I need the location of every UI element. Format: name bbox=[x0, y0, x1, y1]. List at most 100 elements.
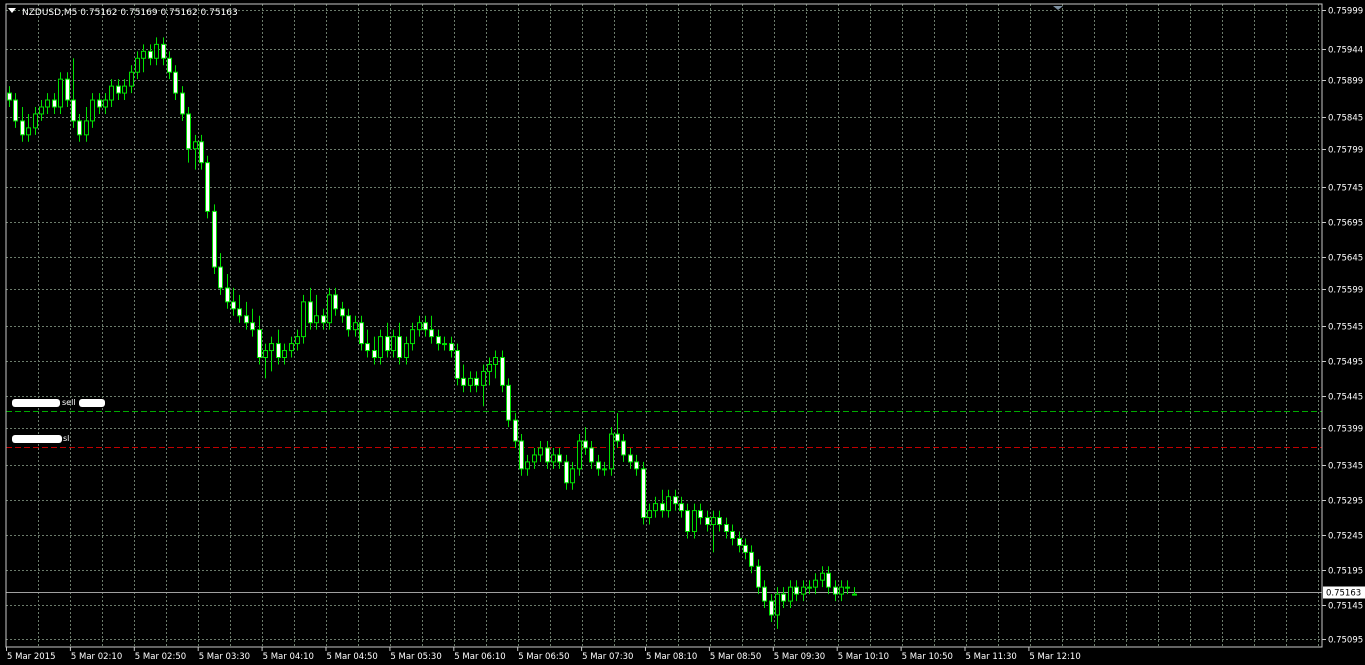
candle-body bbox=[705, 517, 710, 526]
candle-body bbox=[154, 43, 159, 59]
time-axis: 5 Mar 2015 5 Mar 02:10 5 Mar 02:50 5 Mar 03… bbox=[6, 647, 1081, 662]
price-tick-label: 0.75495 bbox=[1328, 358, 1363, 368]
price-tick-label: 0.75295 bbox=[1328, 497, 1363, 507]
price-tick-label: 0.75545 bbox=[1328, 323, 1363, 333]
candle-body bbox=[794, 586, 799, 595]
candle-body bbox=[545, 447, 550, 463]
candle-body bbox=[781, 593, 786, 602]
candle-body bbox=[692, 510, 697, 532]
candle-body bbox=[39, 106, 44, 115]
candle-body bbox=[436, 336, 441, 345]
candle-body bbox=[71, 99, 76, 122]
symbol-label: NZDUSD,M5 bbox=[22, 8, 78, 18]
time-tick-label: 5 Mar 06:10 bbox=[454, 652, 505, 662]
candle-body bbox=[417, 322, 422, 331]
candle-body bbox=[321, 315, 326, 324]
price-tick-label: 0.75345 bbox=[1328, 462, 1363, 472]
price-tick-label: 0.75445 bbox=[1328, 393, 1363, 403]
candle-body bbox=[295, 336, 300, 345]
candle-body bbox=[289, 343, 294, 352]
candle-body bbox=[449, 343, 454, 352]
chart-frame bbox=[5, 3, 1323, 648]
time-tick-label: 5 Mar 05:30 bbox=[390, 652, 441, 662]
candle-body bbox=[557, 454, 562, 463]
time-tick-label: 5 Mar 04:10 bbox=[263, 652, 314, 662]
candle-body bbox=[116, 85, 121, 94]
candle-body bbox=[20, 120, 25, 136]
candle-body bbox=[839, 586, 844, 595]
candle-body bbox=[487, 363, 492, 372]
candle-body bbox=[609, 433, 614, 470]
candle-body bbox=[589, 447, 594, 463]
price-axis: 0.75999 0.75944 0.75899 0.75845 0.75799 0.757… bbox=[1322, 7, 1365, 646]
time-tick-label: 5 Mar 10:50 bbox=[902, 652, 953, 662]
price-tick-label: 0.75999 bbox=[1328, 7, 1363, 17]
candle-body bbox=[237, 308, 242, 317]
price-tick-label: 0.75695 bbox=[1328, 219, 1363, 229]
chart-shift-marker[interactable] bbox=[1053, 6, 1063, 10]
candle-body bbox=[525, 461, 530, 470]
time-tick-label: 5 Mar 2015 bbox=[7, 652, 55, 662]
candle-body bbox=[173, 71, 178, 94]
candle-body bbox=[129, 71, 134, 87]
candle-body bbox=[647, 510, 652, 519]
candle-body bbox=[26, 127, 31, 136]
price-tick-label: 0.75145 bbox=[1328, 602, 1363, 612]
redacted-label bbox=[79, 399, 105, 407]
candle-body bbox=[199, 141, 204, 164]
candle-body bbox=[385, 336, 390, 352]
candle-body bbox=[730, 530, 735, 539]
candle-body bbox=[193, 141, 198, 150]
candle-body bbox=[122, 85, 127, 94]
candle-body bbox=[717, 517, 722, 526]
candle-body bbox=[84, 120, 89, 136]
time-tick-label: 5 Mar 03:30 bbox=[199, 652, 250, 662]
candle-body bbox=[135, 57, 140, 73]
candle-body bbox=[634, 461, 639, 470]
candle-body bbox=[148, 50, 153, 59]
candle-body bbox=[583, 440, 588, 449]
candle-body bbox=[186, 113, 191, 150]
time-tick-label: 5 Mar 06:50 bbox=[518, 652, 569, 662]
price-tick-label: 0.75599 bbox=[1328, 286, 1363, 296]
candle-body bbox=[250, 322, 255, 331]
time-tick-label: 5 Mar 12:10 bbox=[1029, 652, 1080, 662]
candle-body bbox=[410, 329, 415, 345]
candle-body bbox=[756, 565, 761, 588]
candle-body bbox=[58, 78, 63, 108]
candle-body bbox=[346, 315, 351, 331]
candle-body bbox=[244, 315, 249, 324]
time-tick-label: 5 Mar 09:30 bbox=[774, 652, 825, 662]
candle-body bbox=[711, 517, 716, 526]
candle-body bbox=[161, 43, 166, 59]
price-tick-label: 0.75845 bbox=[1328, 114, 1363, 124]
candle-body bbox=[301, 301, 306, 338]
candle-body bbox=[276, 343, 281, 359]
candle-body bbox=[500, 357, 505, 386]
price-chart[interactable]: 0.75999 0.75944 0.75899 0.75845 0.75799 0.757… bbox=[0, 0, 1365, 665]
candle-body bbox=[570, 468, 575, 484]
candle-body bbox=[7, 92, 12, 101]
candle-body bbox=[340, 308, 345, 317]
price-tick-label: 0.75399 bbox=[1328, 425, 1363, 435]
candle-body bbox=[180, 92, 185, 115]
time-tick-label: 5 Mar 08:10 bbox=[646, 652, 697, 662]
candle-body bbox=[212, 210, 217, 268]
candle-body bbox=[442, 343, 447, 346]
time-tick-label: 5 Mar 11:30 bbox=[966, 652, 1017, 662]
candle-body bbox=[314, 315, 319, 324]
candle-body bbox=[263, 350, 268, 359]
candle-body bbox=[737, 537, 742, 546]
candle-body bbox=[109, 85, 114, 101]
candle-body bbox=[391, 336, 396, 352]
candle-body bbox=[788, 586, 793, 602]
symbol-dropdown-icon[interactable] bbox=[8, 8, 16, 13]
candle-body bbox=[404, 343, 409, 359]
candle-body bbox=[474, 377, 479, 386]
candle-body bbox=[90, 99, 95, 122]
candle-body bbox=[602, 468, 607, 471]
sl-line-label: sl bbox=[63, 434, 70, 443]
candle-body bbox=[538, 447, 543, 456]
candle-body bbox=[423, 322, 428, 331]
sell-line-label: sell bbox=[62, 398, 76, 407]
